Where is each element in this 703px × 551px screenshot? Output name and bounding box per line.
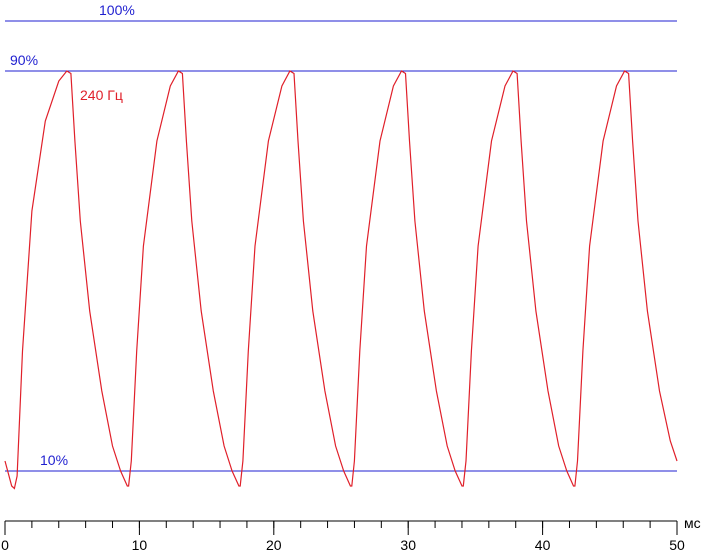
series-layer: 240 Гц	[4, 70, 678, 490]
reference-label-100pct: 100%	[99, 2, 135, 18]
x-tick-label-10: 10	[132, 537, 148, 551]
x-tick-label-50: 50	[669, 537, 685, 551]
series-label-0: 240 Гц	[80, 87, 123, 103]
x-axis: 0 10 20 30 40 50	[1, 520, 685, 551]
x-tick-label-30: 30	[400, 537, 416, 551]
reference-label-10pct: 10%	[40, 452, 68, 468]
x-tick-label-20: 20	[266, 537, 282, 551]
x-axis-unit-label: мс	[684, 515, 701, 531]
x-tick-label-0: 0	[1, 537, 9, 551]
reference-lines: 100% 90% 10%	[5, 2, 677, 472]
x-tick-label-40: 40	[535, 537, 551, 551]
reference-label-90pct: 90%	[10, 52, 38, 68]
series-line-0	[4, 70, 678, 490]
response-time-chart: 100% 90% 10% 240 Гц 0 10 20 30 40 50 мс	[1, 2, 701, 551]
